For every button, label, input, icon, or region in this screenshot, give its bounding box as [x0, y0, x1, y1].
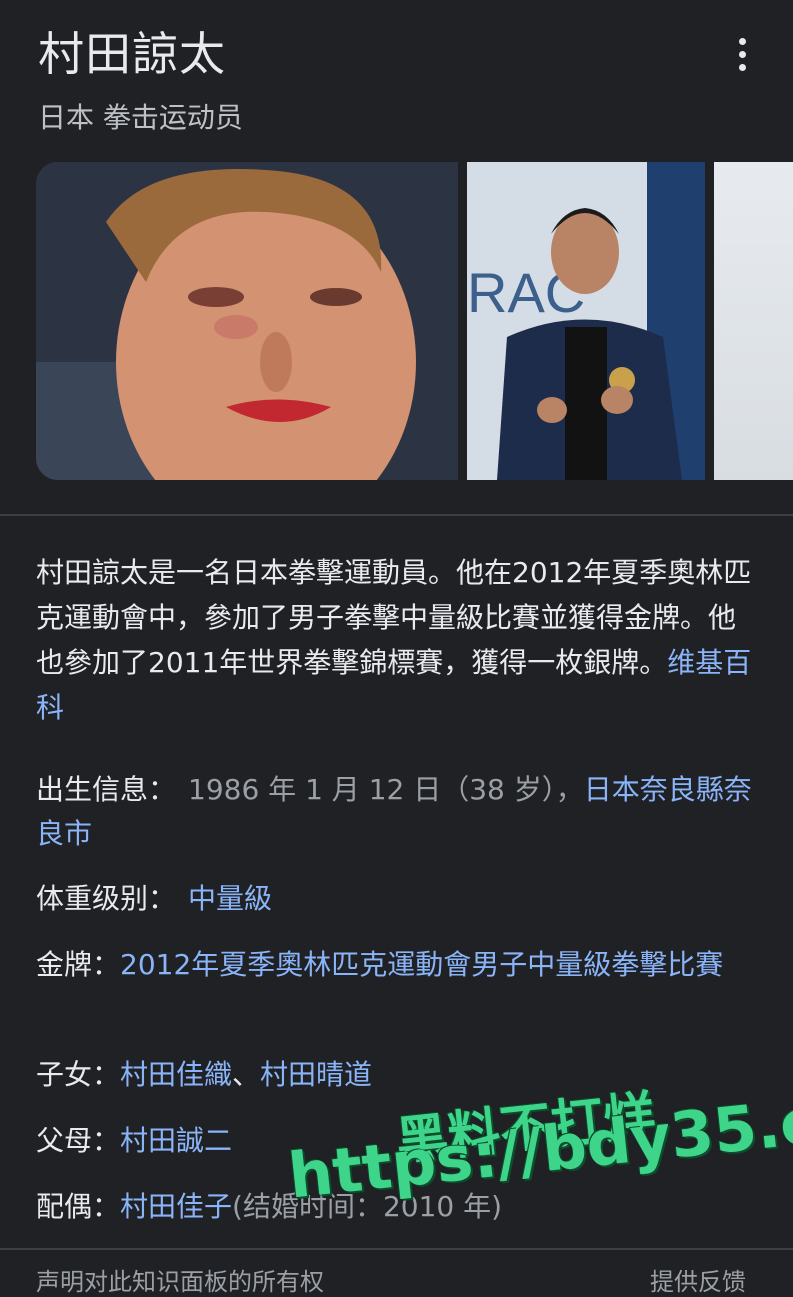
child-link[interactable]: 村田晴道	[260, 1058, 372, 1091]
divider	[0, 1248, 793, 1250]
fact-label: 子女：	[36, 1058, 121, 1091]
gold-medal-link[interactable]: 2012年夏季奧林匹克運動會男子中量級拳擊比賽	[120, 948, 723, 981]
fact-value: 1986 年 1 月 12 日（38 岁），	[188, 773, 584, 806]
weight-class-link[interactable]: 中量級	[188, 882, 272, 915]
page-title: 村田諒太	[38, 27, 226, 81]
child-link[interactable]: 村田佳織	[120, 1058, 232, 1091]
page-subtitle: 日本 拳击运动员	[38, 101, 243, 134]
separator: 、	[232, 1058, 261, 1091]
image-carousel[interactable]: RAC	[36, 162, 793, 480]
fact-gold-medal: 金牌：2012年夏季奧林匹克運動會男子中量級拳擊比賽	[36, 943, 758, 987]
spouse-link[interactable]: 村田佳子	[120, 1190, 232, 1223]
divider	[0, 514, 793, 516]
fact-birth: 出生信息： 1986 年 1 月 12 日（38 岁），日本奈良縣奈良市	[36, 768, 758, 856]
parent-link[interactable]: 村田誠二	[120, 1124, 232, 1157]
fact-label: 体重级别：	[36, 882, 177, 915]
fact-label: 配偶：	[36, 1190, 121, 1223]
more-options-icon[interactable]	[722, 30, 762, 78]
fact-label: 出生信息：	[36, 773, 177, 806]
image-boxer-portrait[interactable]	[36, 162, 458, 480]
fact-label: 父母：	[36, 1124, 121, 1157]
description-text: 村田諒太是一名日本拳擊運動員。他在2012年夏季奧林匹克運動會中，參加了男子拳擊…	[36, 556, 752, 679]
description: 村田諒太是一名日本拳擊運動員。他在2012年夏季奧林匹克運動會中，參加了男子拳擊…	[36, 550, 758, 730]
image-partial[interactable]	[714, 162, 793, 480]
fact-label: 金牌：	[36, 948, 121, 981]
fact-weight-class: 体重级别： 中量級	[36, 877, 758, 921]
image-boxer-medal[interactable]: RAC	[467, 162, 705, 480]
